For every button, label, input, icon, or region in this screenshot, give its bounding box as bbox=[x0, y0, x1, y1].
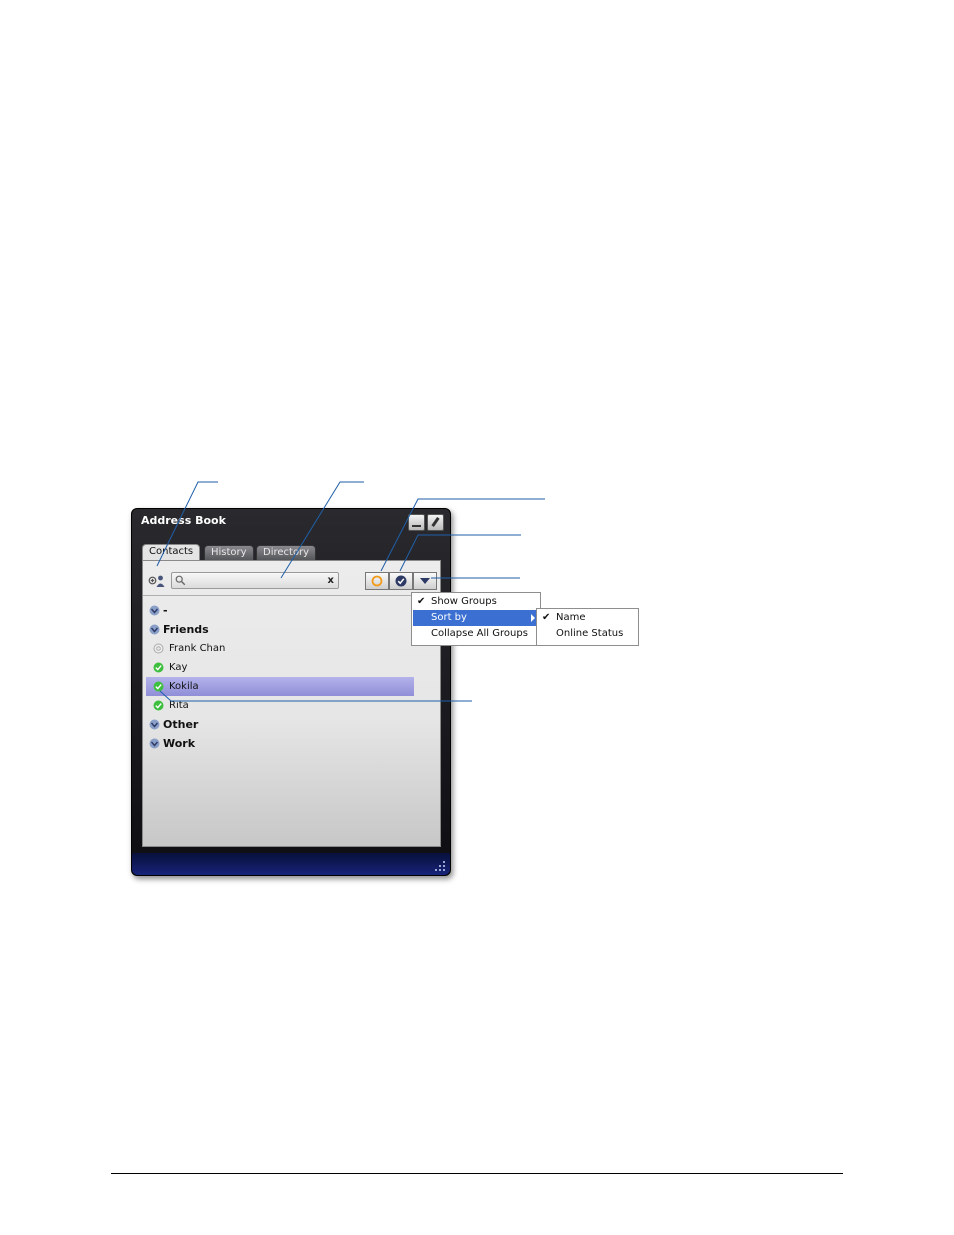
toolbar-divider bbox=[143, 595, 440, 596]
show-all-status-icon bbox=[371, 575, 383, 587]
contact-row-kokila[interactable]: Kokila bbox=[146, 677, 414, 696]
options-dropdown-button[interactable] bbox=[413, 572, 437, 590]
menu-item-show-groups[interactable]: ✔ Show Groups bbox=[413, 594, 539, 610]
search-input[interactable] bbox=[188, 573, 318, 588]
edit-button[interactable] bbox=[427, 514, 444, 531]
online-only-button[interactable] bbox=[389, 572, 413, 590]
chevron-down-icon bbox=[420, 578, 430, 584]
add-contact-icon bbox=[148, 575, 165, 587]
minimize-button[interactable] bbox=[408, 514, 425, 531]
online-status-icon bbox=[153, 662, 164, 673]
contact-name: Kokila bbox=[169, 681, 199, 692]
menu-item-label: Show Groups bbox=[431, 596, 497, 607]
menu-item-label: Online Status bbox=[556, 628, 624, 639]
group-header-work[interactable]: Work bbox=[146, 734, 414, 753]
group-expand-icon bbox=[149, 738, 160, 749]
menu-item-label: Sort by bbox=[431, 612, 467, 623]
menu-item-label: Collapse All Groups bbox=[431, 628, 528, 639]
show-all-status-button[interactable] bbox=[365, 572, 389, 590]
contacts-panel: x - Friends Frank Chan Kay Kokila Rita O… bbox=[142, 560, 441, 847]
group-expand-icon bbox=[149, 624, 160, 635]
submenu-item-online-status[interactable]: Online Status bbox=[538, 626, 637, 642]
offline-status-icon bbox=[153, 643, 164, 654]
group-expand-icon bbox=[149, 719, 160, 730]
menu-item-label: Name bbox=[556, 612, 586, 623]
status-bar bbox=[132, 853, 450, 875]
tab-history[interactable]: History bbox=[204, 545, 254, 560]
page-footer-rule bbox=[111, 1173, 843, 1174]
tab-contacts[interactable]: Contacts bbox=[142, 544, 201, 561]
group-expand-icon bbox=[149, 605, 160, 616]
group-header[interactable]: - bbox=[146, 601, 414, 620]
menu-item-sort-by[interactable]: Sort by bbox=[413, 610, 539, 626]
contact-name: Rita bbox=[169, 700, 189, 711]
group-name: - bbox=[163, 604, 168, 617]
checkmark-icon: ✔ bbox=[417, 596, 426, 607]
menu-item-collapse-all-groups[interactable]: Collapse All Groups bbox=[413, 626, 539, 642]
group-name: Friends bbox=[163, 623, 209, 636]
online-only-icon bbox=[395, 575, 407, 587]
resize-grip-icon[interactable] bbox=[435, 861, 445, 871]
search-icon bbox=[175, 575, 186, 586]
clear-search-button[interactable]: x bbox=[328, 574, 334, 587]
group-header-other[interactable]: Other bbox=[146, 715, 414, 734]
contact-row-kay[interactable]: Kay bbox=[146, 658, 414, 677]
contact-name: Kay bbox=[169, 662, 188, 673]
options-menu: ✔ Show Groups Sort by Collapse All Group… bbox=[411, 592, 541, 646]
address-book-window: Address Book Contacts History Directory … bbox=[131, 508, 451, 876]
window-title: Address Book bbox=[141, 514, 226, 527]
checkmark-icon: ✔ bbox=[542, 612, 551, 623]
contact-row-frank-chan[interactable]: Frank Chan bbox=[146, 639, 414, 658]
contact-row-rita[interactable]: Rita bbox=[146, 696, 414, 715]
search-box: x bbox=[171, 572, 339, 589]
group-name: Other bbox=[163, 718, 199, 731]
add-contact-button[interactable] bbox=[148, 573, 166, 587]
online-status-icon bbox=[153, 681, 164, 692]
group-name: Work bbox=[163, 737, 196, 750]
contact-name: Frank Chan bbox=[169, 643, 226, 654]
online-status-icon bbox=[153, 700, 164, 711]
tab-directory[interactable]: Directory bbox=[256, 545, 317, 560]
group-header-friends[interactable]: Friends bbox=[146, 620, 414, 639]
submenu-arrow-icon bbox=[531, 614, 535, 622]
sort-by-submenu: ✔ Name Online Status bbox=[536, 608, 639, 646]
submenu-item-name[interactable]: ✔ Name bbox=[538, 610, 637, 626]
